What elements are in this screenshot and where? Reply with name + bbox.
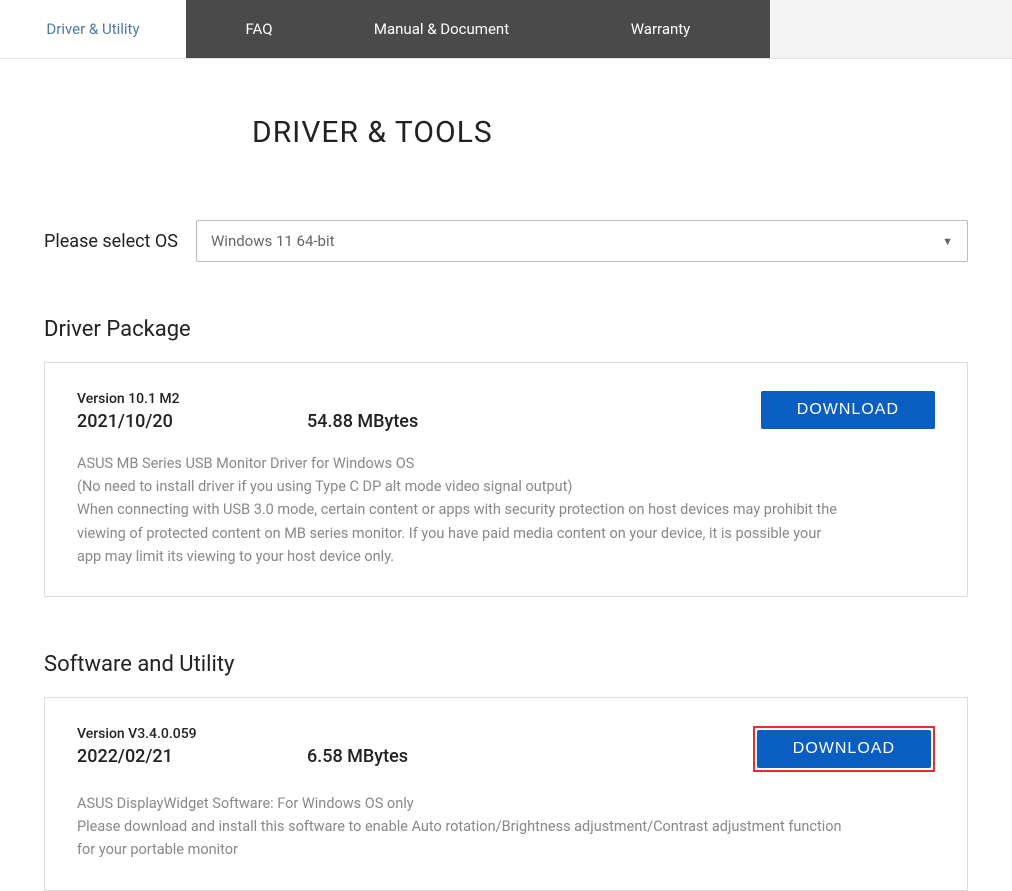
software-desc-line: Please download and install this softwar…	[77, 815, 847, 861]
software-desc-line: ASUS DisplayWidget Software: For Windows…	[77, 792, 847, 815]
driver-date: 2021/10/20	[77, 411, 307, 432]
tab-bar: Driver & Utility FAQ Manual & Document W…	[0, 0, 1012, 59]
os-select-dropdown[interactable]: Windows 11 64-bit ▼	[196, 220, 968, 262]
download-button-software-utility[interactable]: DOWNLOAD	[757, 730, 931, 768]
tab-faq[interactable]: FAQ	[186, 0, 332, 58]
download-button-highlight: DOWNLOAD	[753, 726, 935, 772]
section-title-software-utility: Software and Utility	[44, 652, 968, 677]
chevron-down-icon: ▼	[942, 235, 953, 248]
os-selector-row: Please select OS Windows 11 64-bit ▼	[44, 220, 968, 262]
driver-package-box: Version 10.1 M2 2021/10/20 54.88 MBytes …	[44, 362, 968, 597]
software-date: 2022/02/21	[77, 746, 307, 767]
driver-desc-line: (No need to install driver if you using …	[77, 475, 847, 498]
driver-description: ASUS MB Series USB Monitor Driver for Wi…	[77, 452, 847, 568]
tab-bar-filler	[770, 0, 1012, 58]
software-size: 6.58 MBytes	[307, 746, 408, 767]
os-select-value: Windows 11 64-bit	[211, 232, 335, 250]
driver-desc-line: When connecting with USB 3.0 mode, certa…	[77, 498, 847, 568]
software-version: Version V3.4.0.059	[77, 726, 753, 742]
software-utility-box: Version V3.4.0.059 2022/02/21 6.58 MByte…	[44, 697, 968, 891]
tab-warranty[interactable]: Warranty	[551, 0, 770, 58]
download-button-driver-package[interactable]: DOWNLOAD	[761, 391, 935, 429]
tab-driver-utility[interactable]: Driver & Utility	[0, 0, 186, 58]
tab-manual-document[interactable]: Manual & Document	[332, 0, 551, 58]
driver-desc-line: ASUS MB Series USB Monitor Driver for Wi…	[77, 452, 847, 475]
driver-size: 54.88 MBytes	[307, 411, 418, 432]
software-description: ASUS DisplayWidget Software: For Windows…	[77, 792, 847, 862]
driver-version: Version 10.1 M2	[77, 391, 761, 407]
section-title-driver-package: Driver Package	[44, 317, 968, 342]
os-selector-label: Please select OS	[44, 231, 178, 252]
page-title: DRIVER & TOOLS	[252, 115, 968, 150]
